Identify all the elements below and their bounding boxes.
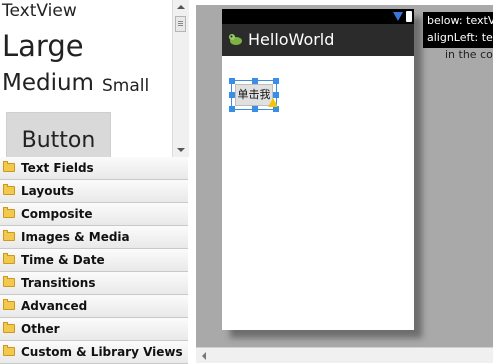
category-other[interactable]: Other	[0, 318, 188, 341]
folder-icon	[3, 253, 15, 264]
selected-button[interactable]: 单击我	[229, 78, 279, 112]
status-bar	[222, 9, 414, 24]
medium-text-widget[interactable]: Medium	[2, 70, 94, 96]
wifi-icon	[393, 12, 403, 21]
category-label: Layouts	[21, 184, 74, 198]
textview-widget[interactable]: TextView	[2, 1, 77, 21]
resize-handle-left[interactable]	[229, 92, 235, 98]
category-time-date[interactable]: Time & Date	[0, 249, 188, 272]
palette-panel: TextView Large Medium Small Button Text …	[0, 0, 190, 364]
category-advanced[interactable]: Advanced	[0, 295, 188, 318]
category-composite[interactable]: Composite	[0, 203, 188, 226]
category-label: Text Fields	[21, 161, 94, 175]
category-custom-library-views[interactable]: Custom & Library Views	[0, 341, 188, 364]
palette-scrollbar[interactable]	[172, 0, 189, 157]
scroll-thumb[interactable]	[175, 16, 186, 32]
folder-icon	[3, 207, 15, 218]
scroll-left-arrow-icon[interactable]	[202, 352, 206, 360]
folder-icon	[3, 322, 15, 333]
tooltip-line: alignLeft: tex	[427, 31, 493, 44]
category-label: Other	[21, 322, 60, 336]
design-canvas[interactable]: HelloWorld 单击我 below: textV alignLeft: t…	[196, 5, 493, 347]
category-label: Advanced	[21, 299, 88, 313]
category-label: Images & Media	[21, 230, 130, 244]
category-layouts[interactable]: Layouts	[0, 180, 188, 203]
resize-handle-bottom[interactable]	[252, 106, 258, 112]
folder-icon	[3, 184, 15, 195]
scroll-up-arrow-icon[interactable]	[177, 5, 185, 9]
palette-widget-preview: TextView Large Medium Small Button	[0, 0, 172, 157]
folder-icon	[3, 161, 15, 172]
device-screen-preview[interactable]: HelloWorld 单击我	[222, 9, 414, 330]
app-launcher-icon	[229, 34, 242, 45]
folder-icon	[3, 345, 15, 356]
resize-handle-top-left[interactable]	[229, 78, 235, 84]
tooltip-line: below: textV	[427, 14, 493, 27]
warning-icon	[268, 98, 278, 107]
category-images-media[interactable]: Images & Media	[0, 226, 188, 249]
tooltip-continuation: in the cor	[445, 48, 493, 61]
folder-icon	[3, 276, 15, 287]
button-widget[interactable]: Button	[6, 112, 111, 157]
category-label: Composite	[21, 207, 93, 221]
resize-handle-top[interactable]	[252, 78, 258, 84]
title-bar: HelloWorld	[222, 24, 414, 56]
category-text-fields[interactable]: Text Fields	[0, 157, 188, 180]
small-text-widget[interactable]: Small	[102, 76, 149, 96]
resize-handle-bottom-left[interactable]	[229, 106, 235, 112]
category-transitions[interactable]: Transitions	[0, 272, 188, 295]
palette-categories: Text Fields Layouts Composite Images & M…	[0, 157, 188, 364]
app-title: HelloWorld	[248, 30, 335, 49]
category-label: Custom & Library Views	[21, 345, 183, 359]
resize-handle-top-right[interactable]	[273, 78, 279, 84]
layout-editor: HelloWorld 单击我 below: textV alignLeft: t…	[190, 0, 493, 363]
category-label: Transitions	[21, 276, 96, 290]
layout-hint-tooltip: below: textV alignLeft: tex	[423, 12, 493, 48]
folder-icon	[3, 230, 15, 241]
folder-icon	[3, 299, 15, 310]
large-text-widget[interactable]: Large	[2, 29, 84, 63]
scroll-down-arrow-icon[interactable]	[177, 148, 185, 152]
canvas-horizontal-scrollbar[interactable]	[196, 347, 493, 363]
battery-icon	[406, 11, 412, 22]
category-label: Time & Date	[21, 253, 105, 267]
